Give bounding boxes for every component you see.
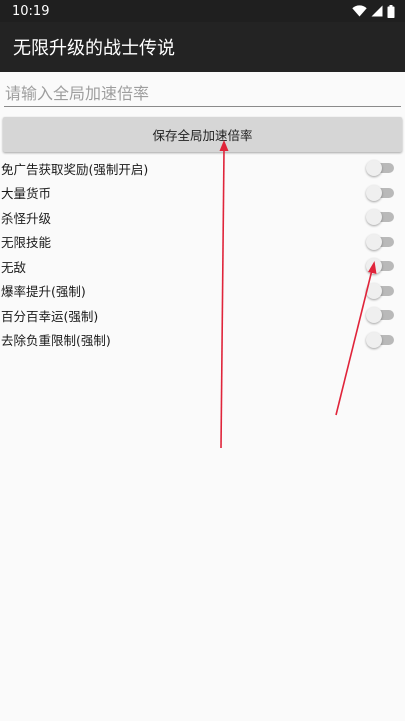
battery-icon — [387, 4, 395, 18]
toggle-row-unlimited-skills: 无限技能 — [0, 230, 405, 255]
speed-input[interactable] — [4, 80, 401, 106]
toggle-switch[interactable] — [366, 306, 394, 324]
toggle-switch[interactable] — [366, 233, 394, 251]
status-bar: 10:19 — [0, 0, 405, 22]
app-title: 无限升级的战士传说 — [13, 38, 175, 59]
app-bar: 无限升级的战士传说 — [0, 22, 405, 72]
toggle-label: 免广告获取奖励(强制开启) — [1, 161, 149, 177]
speed-input-field — [4, 80, 401, 107]
switch-thumb — [366, 209, 382, 226]
toggle-row-drop-rate: 爆率提升(强制) — [0, 279, 405, 304]
toggle-row-kill-level: 杀怪升级 — [0, 205, 405, 230]
toggle-switch[interactable] — [366, 257, 394, 275]
toggle-label: 去除负重限制(强制) — [1, 333, 111, 349]
toggle-switch[interactable] — [366, 184, 394, 202]
toggle-switch[interactable] — [366, 159, 394, 177]
toggle-row-currency: 大量货币 — [0, 181, 405, 206]
wifi-icon — [352, 5, 367, 17]
toggle-label: 爆率提升(强制) — [1, 284, 86, 300]
toggle-row-luck: 百分百幸运(强制) — [0, 303, 405, 328]
cheat-toggle-list: 免广告获取奖励(强制开启) 大量货币 杀怪升级 无限技能 无敌 爆率提升(强制)… — [0, 156, 405, 352]
annotation-overlay — [219, 140, 377, 449]
toggle-row-weight-limit: 去除负重限制(强制) — [0, 328, 405, 353]
toggle-row-ad-free: 免广告获取奖励(强制开启) — [0, 156, 405, 181]
signal-icon — [371, 5, 383, 17]
switch-thumb — [366, 282, 382, 299]
switch-thumb — [366, 233, 382, 250]
switch-thumb — [366, 160, 382, 177]
toggle-label: 无限技能 — [1, 235, 52, 251]
toggle-label: 百分百幸运(强制) — [1, 308, 99, 324]
toggle-switch[interactable] — [366, 208, 394, 226]
save-speed-button[interactable]: 保存全局加速倍率 — [3, 117, 402, 152]
toggle-label: 大量货币 — [1, 186, 52, 202]
toggle-label: 无敌 — [1, 259, 27, 275]
switch-thumb — [366, 258, 382, 275]
toggle-label: 杀怪升级 — [1, 210, 52, 226]
toggle-switch[interactable] — [366, 282, 394, 300]
switch-thumb — [366, 184, 382, 201]
toggle-row-invincible: 无敌 — [0, 254, 405, 279]
status-time: 10:19 — [12, 3, 50, 19]
status-icons — [352, 4, 395, 18]
switch-thumb — [366, 307, 382, 324]
toggle-switch[interactable] — [366, 331, 394, 349]
switch-thumb — [366, 331, 382, 348]
